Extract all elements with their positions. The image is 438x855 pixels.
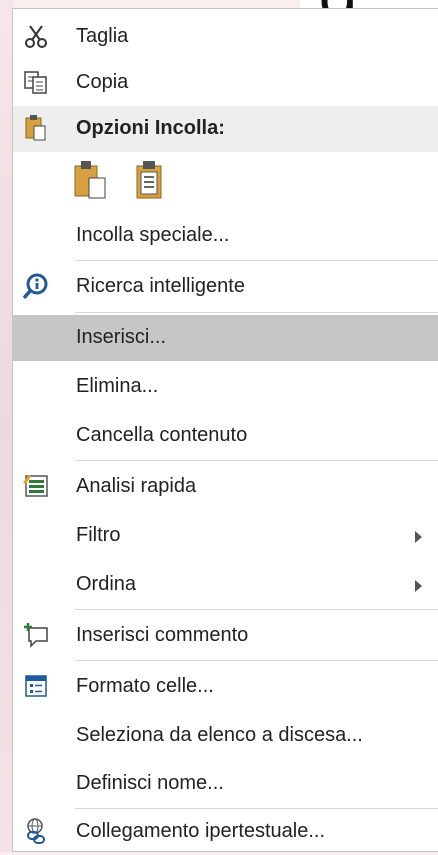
paste-option-paste[interactable] (73, 160, 107, 200)
submenu-arrow-icon (415, 531, 422, 543)
smart-lookup-icon (21, 271, 51, 301)
menu-separator (75, 312, 438, 313)
menu-item-insert-comment[interactable]: Inserisci commento (13, 613, 438, 659)
menu-item-label: Ricerca intelligente (76, 275, 245, 297)
menu-item-label: Inserisci commento (76, 624, 249, 646)
menu-item-label: Incolla speciale... (76, 224, 230, 246)
submenu-arrow-icon (415, 580, 422, 592)
menu-item-insert[interactable]: Inserisci... (13, 315, 438, 361)
menu-item-pick-from-dropdown[interactable]: Seleziona da elenco a discesa... (13, 713, 438, 759)
menu-item-cut[interactable]: Taglia (13, 14, 438, 60)
menu-item-filter[interactable]: Filtro (13, 513, 438, 559)
quick-analysis-icon (21, 471, 51, 501)
menu-item-label: Taglia (76, 25, 129, 47)
paste-options-label: Opzioni Incolla: (76, 117, 225, 139)
paste-icon (21, 113, 51, 143)
menu-item-label: Analisi rapida (76, 475, 197, 497)
menu-item-label: Elimina... (76, 375, 159, 397)
scissors-icon (21, 21, 51, 51)
menu-item-label: Ordina (76, 573, 137, 595)
menu-item-smart-lookup[interactable]: Ricerca intelligente (13, 264, 438, 310)
menu-item-label: Copia (76, 71, 129, 93)
menu-item-paste-special[interactable]: Incolla speciale... (13, 213, 438, 259)
hyperlink-icon (21, 816, 51, 846)
menu-item-label: Definisci nome... (76, 772, 224, 794)
paste-options-header: Opzioni Incolla: (13, 106, 438, 152)
menu-item-delete[interactable]: Elimina... (13, 364, 438, 410)
menu-item-clear-contents[interactable]: Cancella contenuto (13, 413, 438, 459)
menu-item-copy[interactable]: Copia (13, 60, 438, 106)
context-menu: Taglia Copia Opzioni Incolla: Incolla sp… (12, 8, 438, 852)
menu-item-label: Inserisci... (76, 326, 167, 348)
menu-separator (75, 660, 438, 661)
menu-item-label: Cancella contenuto (76, 424, 248, 446)
copy-icon (21, 67, 51, 97)
menu-item-hyperlink[interactable]: Collegamento ipertestuale... (13, 809, 438, 855)
paste-option-values[interactable] (133, 160, 167, 200)
comment-icon (21, 620, 51, 650)
menu-item-label: Formato celle... (76, 675, 214, 697)
menu-item-define-name[interactable]: Definisci nome... (13, 761, 438, 807)
menu-item-label: Filtro (76, 524, 121, 546)
menu-item-sort[interactable]: Ordina (13, 562, 438, 608)
menu-item-label: Seleziona da elenco a discesa... (76, 724, 363, 746)
menu-separator (75, 260, 438, 261)
menu-separator (75, 460, 438, 461)
menu-item-quick-analysis[interactable]: Analisi rapida (13, 464, 438, 510)
format-cells-icon (21, 671, 51, 701)
menu-separator (75, 609, 438, 610)
menu-item-format-cells[interactable]: Formato celle... (13, 664, 438, 710)
menu-item-label: Collegamento ipertestuale... (76, 820, 326, 842)
